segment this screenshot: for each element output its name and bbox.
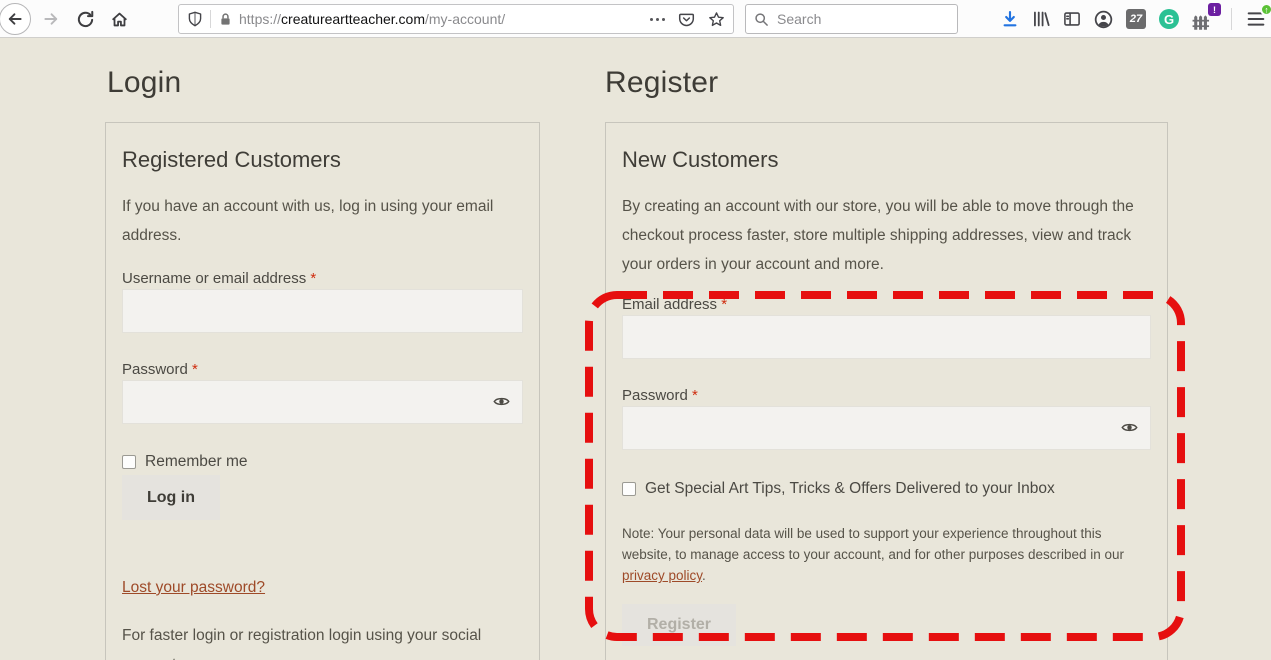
page-actions-icon[interactable] [650, 17, 665, 21]
newsletter-checkbox[interactable] [622, 482, 636, 496]
url-text: https://creatureartteacher.com/my-accoun… [239, 11, 650, 27]
back-button[interactable] [0, 0, 34, 38]
url-domain: creatureartteacher.com [281, 11, 425, 27]
login-heading: Login [107, 66, 182, 99]
newsletter-row: Get Special Art Tips, Tricks & Offers De… [622, 480, 1151, 498]
url-path: /my-account/ [425, 11, 506, 27]
extension-alert-badge: ! [1208, 3, 1221, 16]
toolbar-extensions: 27 G ! ↑ [1001, 0, 1271, 38]
page-content: Login Register Registered Customers If y… [0, 38, 1271, 660]
url-bar[interactable]: https://creatureartteacher.com/my-accoun… [178, 4, 734, 34]
required-asterisk: * [310, 270, 317, 287]
register-intro-text: By creating an account with our store, y… [622, 198, 1134, 273]
search-icon [755, 12, 768, 26]
remember-me-row: Remember me [122, 453, 523, 471]
login-button[interactable]: Log in [122, 475, 220, 520]
register-password-input[interactable] [622, 406, 1151, 450]
social-login-text: For faster login or registration login u… [122, 627, 482, 660]
reload-button[interactable] [68, 0, 102, 38]
grammarly-extension-icon[interactable]: G [1159, 9, 1179, 29]
account-icon[interactable] [1094, 10, 1113, 29]
login-password-input-wrap [122, 380, 523, 424]
update-available-badge: ↑ [1260, 3, 1271, 16]
login-panel-title: Registered Customers [122, 147, 341, 172]
url-actions [650, 11, 725, 28]
remember-me-checkbox[interactable] [122, 455, 136, 469]
search-input[interactable] [777, 11, 927, 27]
username-input-wrap [122, 289, 523, 333]
sidebar-icon[interactable] [1063, 10, 1081, 28]
tab-counter-extension-icon[interactable]: 27 [1126, 9, 1146, 29]
required-asterisk: * [192, 361, 198, 378]
register-password-label: Password * [622, 387, 698, 404]
lost-password-wrap: Lost your password? [122, 549, 523, 597]
login-intro-text: If you have an account with us, log in u… [122, 198, 494, 244]
show-password-icon[interactable] [1121, 420, 1138, 435]
forward-button[interactable] [34, 0, 68, 38]
home-button[interactable] [102, 0, 136, 38]
browser-toolbar: https://creatureartteacher.com/my-accoun… [0, 0, 1271, 38]
url-scheme: https:// [239, 11, 282, 27]
show-password-icon[interactable] [493, 394, 510, 409]
reload-icon [77, 10, 93, 27]
fence-extension-icon[interactable]: ! [1192, 3, 1221, 32]
privacy-policy-link[interactable]: privacy policy [622, 568, 702, 583]
register-button[interactable]: Register [622, 604, 737, 646]
register-panel: New Customers By creating an account wit… [605, 122, 1168, 660]
toolbar-separator [1231, 8, 1232, 30]
nav-button-group [0, 0, 136, 38]
email-label: Email address * [622, 296, 728, 313]
register-password-input-wrap [622, 406, 1151, 450]
lock-icon[interactable] [218, 12, 233, 27]
login-password-input[interactable] [122, 380, 523, 424]
downloads-icon[interactable] [1001, 10, 1019, 28]
home-icon [111, 12, 127, 26]
back-icon [0, 3, 31, 35]
required-asterisk: * [692, 387, 698, 404]
remember-me-label: Remember me [145, 453, 248, 470]
newsletter-label: Get Special Art Tips, Tricks & Offers De… [645, 480, 1055, 497]
username-label: Username or email address * [122, 270, 317, 287]
pocket-icon[interactable] [678, 11, 695, 28]
register-panel-title: New Customers [622, 147, 779, 172]
search-bar[interactable] [745, 4, 958, 34]
urlbar-divider [210, 10, 211, 28]
privacy-note: Note: Your personal data will be used to… [622, 526, 1125, 583]
menu-button[interactable]: ↑ [1245, 3, 1271, 30]
bookmark-star-icon[interactable] [708, 11, 725, 28]
username-input[interactable] [122, 289, 523, 333]
required-asterisk: * [721, 296, 728, 313]
lost-password-link[interactable]: Lost your password? [122, 579, 265, 597]
library-icon[interactable] [1032, 10, 1050, 28]
email-input[interactable] [622, 315, 1151, 359]
tracking-protection-shield-icon[interactable] [187, 11, 203, 27]
forward-icon [44, 13, 58, 25]
login-password-label: Password * [122, 361, 198, 378]
login-panel: Registered Customers If you have an acco… [105, 122, 540, 660]
register-heading: Register [605, 66, 719, 99]
email-input-wrap [622, 315, 1151, 359]
